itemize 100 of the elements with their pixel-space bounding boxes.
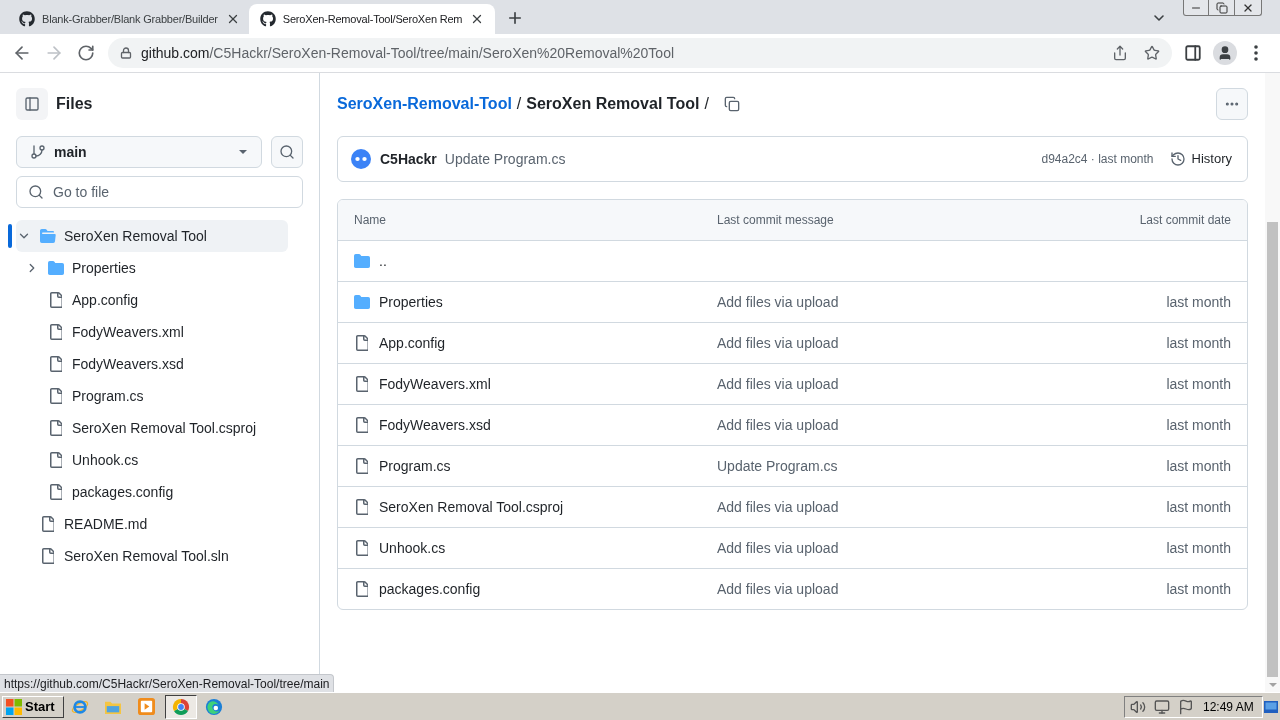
side-panel-button[interactable] — [1183, 43, 1203, 63]
reload-icon — [77, 44, 95, 62]
branch-selector[interactable]: main — [16, 136, 263, 168]
commit-message-link[interactable]: Add files via upload — [717, 580, 839, 597]
file-icon — [50, 484, 62, 500]
file-icon — [50, 324, 62, 340]
file-link[interactable]: App.config — [379, 332, 446, 354]
collapse-sidebar-button[interactable] — [16, 88, 48, 120]
file-icon — [356, 417, 368, 433]
sidebar-icon — [24, 96, 40, 112]
monitor-icon[interactable] — [1154, 698, 1170, 715]
commit-date: last month — [1166, 456, 1232, 476]
browser-tab[interactable]: Blank-Grabber/Blank Grabber/Builder — [8, 4, 249, 34]
file-icon — [42, 548, 54, 564]
commit-date: last month — [1166, 292, 1232, 312]
commit-date: last month — [1166, 374, 1232, 394]
tree-item[interactable]: Program.cs — [16, 380, 288, 412]
side-panel-icon — [1184, 44, 1202, 62]
branch-icon — [30, 144, 46, 160]
bookmark-button[interactable] — [1142, 43, 1162, 63]
restore-window-button[interactable] — [1209, 0, 1235, 16]
search-icon — [279, 144, 296, 160]
commit-message-link[interactable]: Update Program.cs — [717, 457, 838, 474]
user-icon — [1217, 45, 1233, 61]
file-icon — [356, 540, 368, 556]
scrollbar-thumb[interactable] — [1267, 222, 1278, 677]
commit-message-link[interactable]: Add files via upload — [717, 498, 839, 515]
repository-link[interactable]: SeroXen-Removal-Tool — [337, 92, 512, 116]
media-player-icon — [137, 698, 155, 715]
lock-icon — [120, 47, 132, 59]
share-icon — [1112, 45, 1128, 61]
speaker-icon[interactable] — [1130, 698, 1146, 715]
browser-tab[interactable]: SeroXen-Removal-Tool/SeroXen Rem — [248, 4, 496, 34]
open-folder-icon — [40, 229, 56, 243]
file-link[interactable]: SeroXen Removal Tool.csproj — [379, 496, 564, 518]
file-link[interactable]: .. — [379, 250, 387, 272]
file-link[interactable]: FodyWeavers.xsd — [379, 414, 491, 436]
file-link[interactable]: Properties — [379, 291, 443, 313]
tree-item[interactable]: FodyWeavers.xml — [16, 316, 288, 348]
commit-message-link[interactable]: Update Program.cs — [444, 148, 566, 170]
commit-message-link[interactable]: Add files via upload — [717, 416, 839, 433]
clock: 12:49 AM — [1203, 698, 1254, 716]
commit-message-link[interactable]: Add files via upload — [717, 293, 839, 310]
file-icon — [50, 356, 62, 372]
address-bar[interactable]: github.com/C5Hackr/SeroXen-Removal-Tool/tree/main/SeroXen%20Removal%20Tool — [108, 38, 1172, 68]
show-desktop-icon[interactable] — [1264, 700, 1278, 713]
tree-item[interactable]: Unhook.cs — [16, 444, 288, 476]
close-window-button[interactable] — [1235, 0, 1262, 16]
commit-message-link[interactable]: Add files via upload — [717, 539, 839, 556]
search-button[interactable] — [271, 136, 303, 168]
start-button[interactable]: Start — [2, 695, 64, 718]
commit-sha-and-time[interactable]: d94a2c4 · last month — [1041, 150, 1154, 168]
commit-date: last month — [1166, 538, 1232, 558]
tree-item[interactable]: SeroXen Removal Tool.sln — [16, 540, 288, 572]
current-folder-name: SeroXen Removal Tool — [526, 94, 700, 114]
file-icon — [356, 376, 368, 392]
commit-message-link[interactable]: Add files via upload — [717, 334, 839, 351]
folder-icon — [48, 261, 64, 275]
file-link[interactable]: FodyWeavers.xml — [379, 373, 491, 395]
tree-item[interactable]: Properties — [16, 252, 288, 284]
file-icon — [356, 499, 368, 515]
menu-icon — [1254, 45, 1258, 61]
windows-logo-icon — [6, 698, 22, 715]
avatar — [351, 149, 371, 169]
commit-author-link[interactable]: C5Hackr — [380, 148, 437, 170]
commit-date: last month — [1166, 415, 1232, 435]
history-icon — [1169, 151, 1186, 167]
commit-message-link[interactable]: Add files via upload — [717, 375, 839, 392]
search-icon — [28, 184, 44, 200]
history-button[interactable]: History — [1163, 145, 1238, 173]
file-icon — [42, 516, 54, 532]
link-preview-url: https://github.com/C5Hackr/SeroXen-Removal-Tool/tree/main — [0, 674, 335, 692]
column-header: Last commit date — [1139, 212, 1232, 229]
tree-item[interactable]: README.md — [16, 508, 288, 540]
flag-icon[interactable] — [1178, 698, 1194, 715]
file-icon — [50, 420, 62, 436]
quick-launch-button[interactable] — [165, 694, 197, 719]
file-icon — [356, 335, 368, 351]
tree-item[interactable]: App.config — [16, 284, 288, 316]
restore-icon — [1215, 1, 1228, 14]
copy-icon — [723, 96, 740, 112]
path-separator: / — [703, 94, 710, 114]
file-link[interactable]: Unhook.cs — [379, 537, 446, 559]
commit-date: last month — [1166, 333, 1232, 353]
go-to-file-field[interactable]: Go to file — [16, 176, 303, 208]
chrome-icon — [172, 697, 190, 716]
caret-down-icon — [239, 150, 248, 154]
file-link[interactable]: Program.cs — [379, 455, 451, 477]
tree-item[interactable]: packages.config — [16, 476, 288, 508]
minimize-window-button[interactable] — [1183, 0, 1209, 16]
file-icon — [356, 458, 368, 474]
down-triangle-icon — [1268, 682, 1277, 687]
file-link[interactable]: packages.config — [379, 578, 481, 600]
tree-item[interactable]: SeroXen Removal Tool.csproj — [16, 412, 288, 444]
file-icon — [50, 388, 62, 404]
file-icon — [50, 452, 62, 468]
profile-button[interactable] — [1213, 41, 1237, 65]
selection-indicator — [8, 224, 12, 248]
commit-date: last month — [1166, 579, 1232, 599]
tree-item[interactable]: FodyWeavers.xsd — [16, 348, 288, 380]
